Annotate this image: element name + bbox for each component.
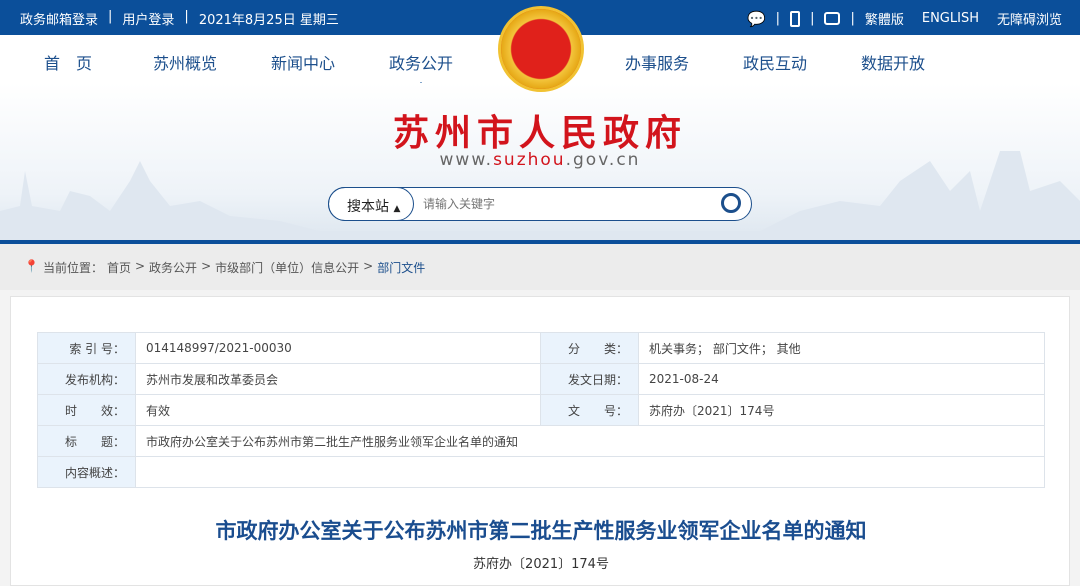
category-value: 机关事务； 部门文件； 其他 xyxy=(638,332,1045,364)
national-emblem-logo xyxy=(498,6,584,92)
search-input[interactable] xyxy=(423,197,703,211)
nav-services[interactable]: 办事服务 xyxy=(625,50,689,74)
current-date: 2021年8月25日 星期三 xyxy=(198,13,339,28)
nav-home[interactable]: 首 页 xyxy=(44,50,92,74)
separator: | xyxy=(775,11,781,26)
search-scope-label: 搜本站 xyxy=(347,199,389,215)
nav-gov-affairs[interactable]: 政务公开 xyxy=(389,50,453,88)
breadcrumb-label: 当前位置： xyxy=(42,261,103,275)
breadcrumb-dept-info[interactable]: 市级部门（单位）信息公开 xyxy=(215,259,359,290)
content-panel: 索 引 号： 014148997/2021-00030 分 类： 机关事务； 部… xyxy=(10,296,1070,586)
table-row: 内容概述： xyxy=(37,456,1045,488)
search-scope-dropdown[interactable]: 搜本站 ▲ xyxy=(328,187,414,221)
url-prefix: www. xyxy=(439,150,494,170)
accessible-browse-link[interactable]: 无障碍浏览 xyxy=(997,9,1062,28)
document-info-table: 索 引 号： 014148997/2021-00030 分 类： 机关事务； 部… xyxy=(37,332,1045,488)
separator: | xyxy=(810,11,815,26)
document-number: 苏府办〔2021〕174号 xyxy=(473,557,609,572)
docno-value: 苏府办〔2021〕174号 xyxy=(638,394,1045,426)
title-value: 市政府办公室关于公布苏州市第二批生产性服务业领军企业名单的通知 xyxy=(135,425,1045,457)
user-login-link[interactable]: 用户登录 xyxy=(122,9,174,28)
breadcrumb-sep: > xyxy=(134,259,146,273)
publisher-value: 苏州市发展和改革委员会 xyxy=(135,363,541,395)
breadcrumb-gov-affairs[interactable]: 政务公开 xyxy=(149,259,197,290)
breadcrumb-home[interactable]: 首页 xyxy=(107,259,131,290)
breadcrumb-sep: > xyxy=(201,259,212,273)
english-link[interactable]: ENGLISH xyxy=(922,11,979,26)
nav-suzhou-overview[interactable]: 苏州概览 xyxy=(153,50,217,74)
nav-interaction[interactable]: 政民互动 xyxy=(743,50,807,74)
mail-login-link[interactable]: 政务邮箱登录 xyxy=(20,9,98,28)
breadcrumb-current[interactable]: 部门文件 xyxy=(377,259,425,290)
date-label: 发文日期： xyxy=(540,363,639,395)
date-value: 2021-08-24 xyxy=(638,363,1045,395)
traditional-chinese-link[interactable]: 繁體版 xyxy=(865,9,904,28)
summary-value xyxy=(135,456,1045,488)
breadcrumb: 📍 当前位置： 首页 > 政务公开 > 市级部门（单位）信息公开 > 部门文件 xyxy=(0,244,1080,290)
separator: | xyxy=(850,11,855,26)
document-title: 市政府办公室关于公布苏州市第二批生产性服务业领军企业名单的通知 xyxy=(215,519,867,543)
publisher-label: 发布机构： xyxy=(37,363,136,395)
summary-label: 内容概述： xyxy=(37,456,136,488)
mobile-icon[interactable] xyxy=(790,10,801,27)
search-icon[interactable] xyxy=(721,193,741,213)
site-title: 苏州市人民政府 xyxy=(392,113,687,154)
wechat-icon[interactable]: 💬 xyxy=(747,10,766,28)
search-box: 搜本站 ▲ xyxy=(328,187,752,221)
caret-up-icon: ▲ xyxy=(393,204,401,214)
category-label: 分 类： xyxy=(540,332,639,364)
index-label: 索 引 号： xyxy=(37,332,136,364)
table-row: 时 效： 有效 文 号： 苏府办〔2021〕174号 xyxy=(37,394,1045,426)
validity-value: 有效 xyxy=(135,394,541,426)
nav-open-data[interactable]: 数据开放 xyxy=(861,50,925,74)
validity-label: 时 效： xyxy=(37,394,136,426)
location-pin-icon: 📍 xyxy=(24,259,39,273)
robot-icon[interactable] xyxy=(824,12,841,25)
table-row: 标 题： 市政府办公室关于公布苏州市第二批生产性服务业领军企业名单的通知 xyxy=(37,425,1045,457)
docno-label: 文 号： xyxy=(540,394,639,426)
table-row: 索 引 号： 014148997/2021-00030 分 类： 机关事务； 部… xyxy=(37,332,1045,364)
nav-news[interactable]: 新闻中心 xyxy=(271,50,335,74)
separator: | xyxy=(184,9,189,24)
url-suffix: .gov.cn xyxy=(565,150,641,170)
site-url: www.suzhou.gov.cn xyxy=(0,150,1080,170)
separator: | xyxy=(108,9,113,24)
breadcrumb-sep: > xyxy=(363,259,374,273)
title-label: 标 题： xyxy=(37,425,136,457)
url-domain: suzhou xyxy=(493,150,566,170)
index-value: 014148997/2021-00030 xyxy=(135,332,541,364)
table-row: 发布机构： 苏州市发展和改革委员会 发文日期： 2021-08-24 xyxy=(37,363,1045,395)
